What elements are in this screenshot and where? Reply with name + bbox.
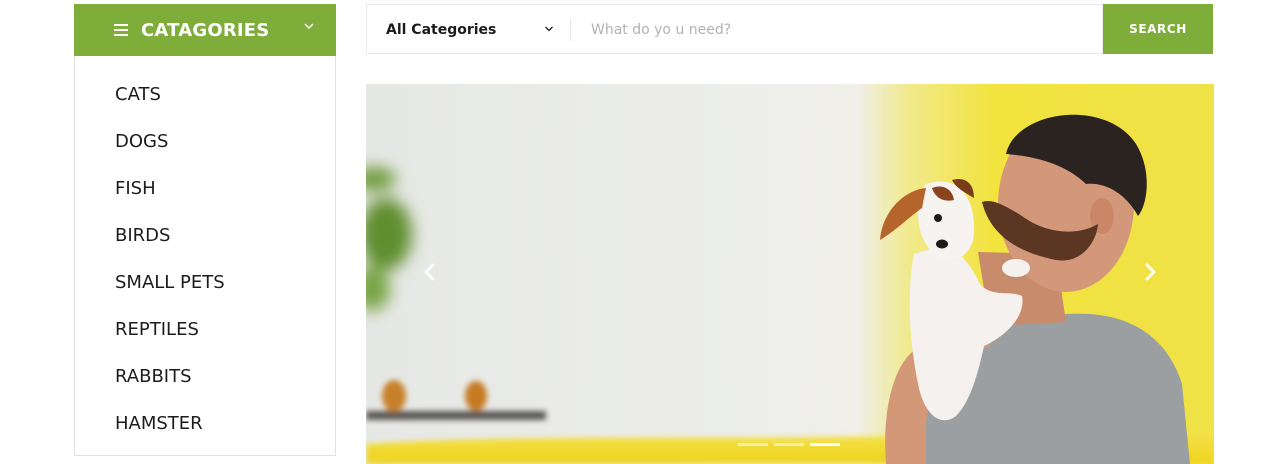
category-item: DOGS xyxy=(75,119,335,166)
category-item: CATS xyxy=(75,72,335,119)
category-link-reptiles[interactable]: REPTILES xyxy=(75,307,335,352)
search-category-select[interactable]: All Categories xyxy=(368,6,570,54)
category-item: REPTILES xyxy=(75,307,335,354)
category-link-rabbits[interactable]: RABBITS xyxy=(75,354,335,399)
category-link-hamster[interactable]: HAMSTER xyxy=(75,401,335,446)
slider-next-button[interactable] xyxy=(1138,260,1162,284)
category-item: BIRDS xyxy=(75,213,335,260)
chevron-down-icon xyxy=(304,23,314,29)
category-link-small-pets[interactable]: SMALL PETS xyxy=(75,260,335,305)
category-item: RABBITS xyxy=(75,354,335,401)
category-toggle[interactable]: CATAGORIES xyxy=(74,4,336,56)
hamburger-menu-icon xyxy=(114,24,128,36)
category-item: FISH xyxy=(75,166,335,213)
category-link-cats[interactable]: CATS xyxy=(75,72,335,117)
hero-image xyxy=(366,114,1214,464)
category-sidebar: CATAGORIES CATS DOGS FISH BIRDS SMALL PE… xyxy=(74,4,336,456)
slider-prev-button[interactable] xyxy=(418,260,442,284)
search-frame: All Categories xyxy=(366,4,1103,54)
search-category-label: All Categories xyxy=(386,22,497,38)
search-form: All Categories SEARCH xyxy=(366,4,1213,54)
chevron-down-icon xyxy=(545,26,553,32)
slider-dot[interactable] xyxy=(810,443,840,446)
category-item: SMALL PETS xyxy=(75,260,335,307)
search-button[interactable]: SEARCH xyxy=(1103,4,1213,54)
category-list: CATS DOGS FISH BIRDS SMALL PETS REPTILES… xyxy=(74,56,336,456)
category-link-dogs[interactable]: DOGS xyxy=(75,119,335,164)
category-title: CATAGORIES xyxy=(141,20,270,41)
category-link-birds[interactable]: BIRDS xyxy=(75,213,335,258)
category-item: HAMSTER xyxy=(75,401,335,448)
search-divider xyxy=(570,19,571,41)
hero-banner xyxy=(366,84,1214,464)
slider-dot[interactable] xyxy=(738,443,768,446)
slider-dot[interactable] xyxy=(774,443,804,446)
category-link-fish[interactable]: FISH xyxy=(75,166,335,211)
search-input[interactable] xyxy=(581,6,1081,54)
